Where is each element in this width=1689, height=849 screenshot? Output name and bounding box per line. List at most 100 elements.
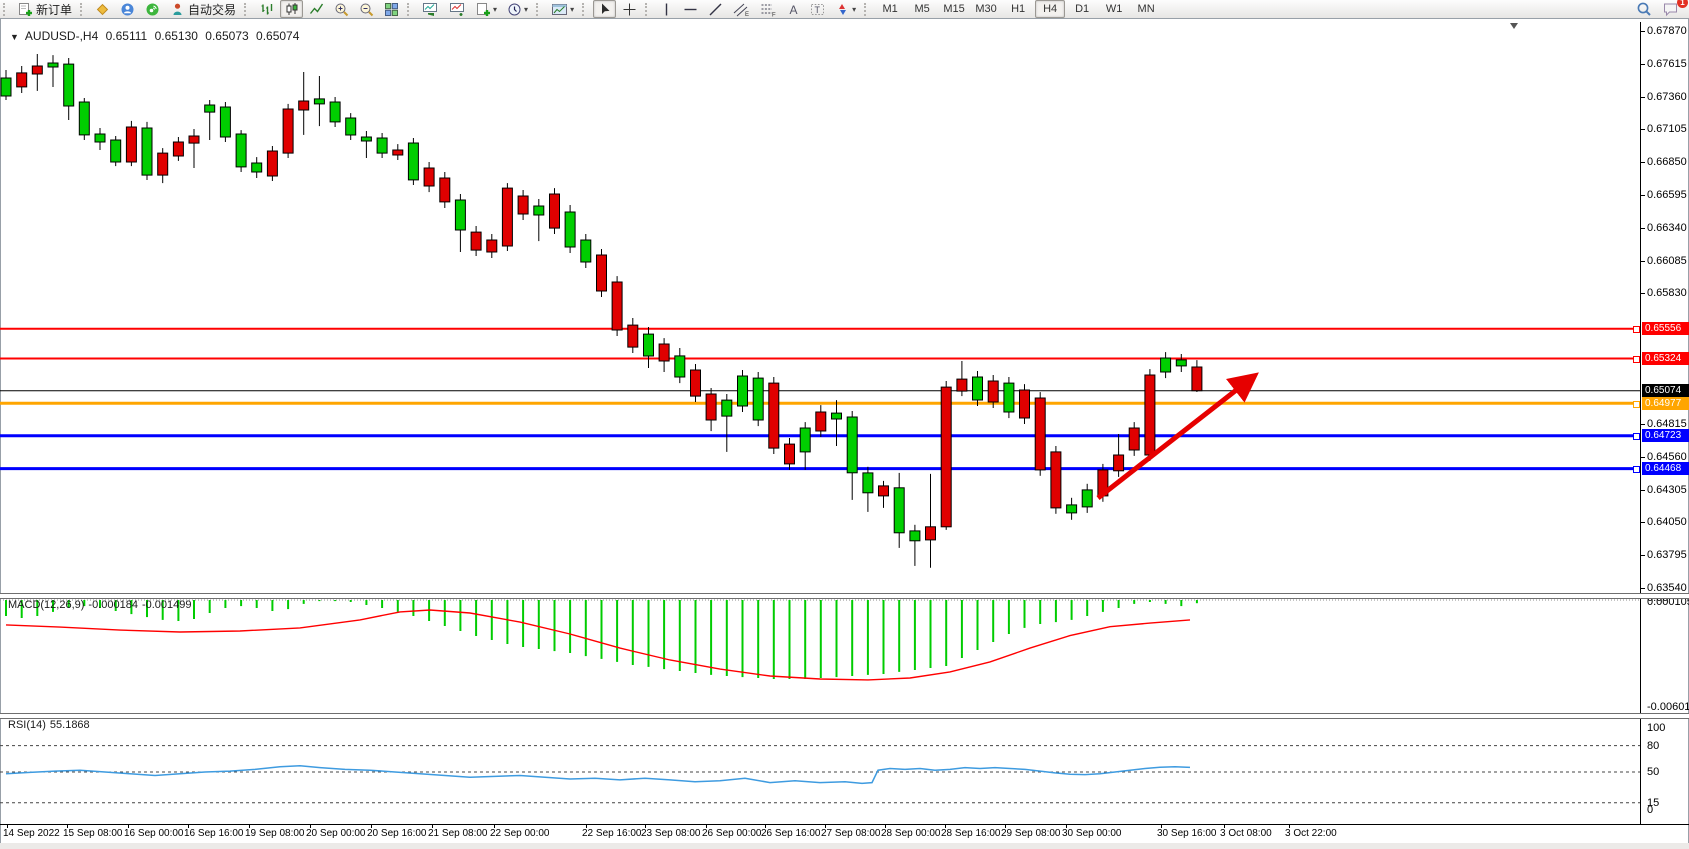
text-tool-button[interactable]: A bbox=[783, 0, 804, 18]
crosshair-tool-button[interactable] bbox=[618, 0, 641, 18]
add-object-button[interactable]: ▾ bbox=[472, 0, 501, 18]
rsi-axis-label: 0 bbox=[1647, 804, 1653, 816]
candle bbox=[142, 128, 152, 175]
candle bbox=[455, 200, 465, 230]
candle bbox=[236, 134, 246, 167]
price-axis[interactable] bbox=[1640, 22, 1641, 824]
price-tag-0.65074: 0.65074 bbox=[1642, 384, 1689, 397]
timeframe-button-D1[interactable]: D1 bbox=[1067, 0, 1097, 18]
time-tick-label: 23 Sep 08:00 bbox=[641, 828, 701, 839]
candle bbox=[173, 142, 183, 156]
channel-tool-button[interactable]: E bbox=[729, 0, 754, 18]
candle bbox=[722, 400, 732, 416]
candle bbox=[800, 428, 810, 452]
indicators-button[interactable] bbox=[418, 0, 443, 18]
zoom-out-button[interactable] bbox=[355, 0, 378, 18]
trendline-tool-icon bbox=[708, 2, 723, 17]
search-button[interactable] bbox=[1632, 0, 1656, 18]
cursor-tool-button[interactable] bbox=[593, 0, 616, 18]
candle bbox=[769, 383, 779, 448]
zoom-in-button[interactable] bbox=[330, 0, 353, 18]
price-tick bbox=[1640, 522, 1645, 523]
new-order-button[interactable]: 新订单 bbox=[14, 0, 76, 18]
macd-panel[interactable] bbox=[0, 597, 1640, 713]
timeframe-button-M5[interactable]: M5 bbox=[907, 0, 937, 18]
chart-shift-marker-icon[interactable] bbox=[1510, 23, 1518, 29]
timeframe-button-M15[interactable]: M15 bbox=[939, 0, 969, 18]
auto-trading-label: 自动交易 bbox=[188, 1, 236, 18]
trendline-tool-button[interactable] bbox=[704, 0, 727, 18]
timeframe-button-M1[interactable]: M1 bbox=[875, 0, 905, 18]
toolbar-grip bbox=[645, 3, 651, 16]
indicator-list-button[interactable] bbox=[445, 0, 470, 18]
rsi-axis-label: 100 bbox=[1647, 722, 1665, 734]
candle bbox=[534, 206, 544, 215]
candle bbox=[440, 178, 450, 202]
toolbar-grip bbox=[244, 3, 250, 16]
price-chart-panel[interactable] bbox=[0, 28, 1640, 594]
label-tool-button[interactable]: T bbox=[806, 0, 829, 18]
autotrade-icon bbox=[170, 2, 185, 17]
timeframe-button-M30[interactable]: M30 bbox=[971, 0, 1001, 18]
time-tick-label: 27 Sep 08:00 bbox=[821, 828, 881, 839]
candle bbox=[941, 387, 951, 527]
community-button[interactable] bbox=[116, 0, 139, 18]
periods-button[interactable]: ▾ bbox=[503, 0, 532, 18]
timeframe-button-W1[interactable]: W1 bbox=[1099, 0, 1129, 18]
candle bbox=[502, 188, 512, 246]
arrows-tool-icon bbox=[835, 2, 850, 17]
candle bbox=[894, 488, 904, 533]
toolbar-grip bbox=[407, 3, 413, 16]
new-order-icon bbox=[18, 2, 33, 17]
add-object-icon bbox=[476, 2, 491, 17]
svg-text:E: E bbox=[745, 12, 749, 17]
close-value: 0.65074 bbox=[256, 29, 299, 43]
price-tick bbox=[1640, 555, 1645, 556]
candle bbox=[581, 240, 591, 262]
panel-divider[interactable] bbox=[0, 593, 1689, 599]
candle bbox=[220, 107, 230, 137]
timeframe-button-MN[interactable]: MN bbox=[1131, 0, 1161, 18]
hline-tool-button[interactable] bbox=[679, 0, 702, 18]
price-tick bbox=[1640, 424, 1645, 425]
candlestick-chart-button[interactable] bbox=[280, 0, 303, 18]
indicators-icon bbox=[422, 2, 439, 17]
tile-windows-button[interactable] bbox=[380, 0, 403, 18]
vline-tool-button[interactable] bbox=[656, 0, 677, 18]
rsi-panel[interactable] bbox=[0, 717, 1640, 824]
macd-label: MACD(12,26,9)-0.000184-0.001499 bbox=[8, 599, 196, 611]
auto-trading-button[interactable]: 自动交易 bbox=[166, 0, 240, 18]
profiles-button[interactable]: ▾ bbox=[547, 0, 578, 18]
candle bbox=[565, 212, 575, 247]
collapse-icon[interactable]: ▼ bbox=[10, 32, 19, 42]
candle bbox=[1051, 452, 1061, 508]
time-axis[interactable] bbox=[0, 824, 1689, 825]
candle bbox=[1020, 390, 1030, 418]
svg-text:F: F bbox=[772, 12, 776, 17]
candle bbox=[816, 412, 826, 431]
price-tick-label: 0.65830 bbox=[1647, 287, 1687, 299]
notification-badge: 1 bbox=[1677, 0, 1688, 8]
fibonacci-tool-button[interactable]: F bbox=[756, 0, 781, 18]
chevron-down-icon: ▾ bbox=[570, 5, 574, 14]
timeframe-button-H1[interactable]: H1 bbox=[1003, 0, 1033, 18]
signals-button[interactable] bbox=[141, 0, 164, 18]
fibonacci-tool-icon: F bbox=[760, 2, 777, 17]
candle bbox=[314, 99, 324, 104]
panel-divider[interactable] bbox=[0, 713, 1689, 719]
time-tick-label: 28 Sep 00:00 bbox=[881, 828, 941, 839]
candle bbox=[408, 143, 418, 180]
candle bbox=[126, 127, 136, 162]
arrows-tool-button[interactable]: ▾ bbox=[831, 0, 860, 18]
tile-windows-icon bbox=[384, 2, 399, 17]
time-tick-label: 21 Sep 08:00 bbox=[428, 828, 488, 839]
time-tick-label: 28 Sep 16:00 bbox=[941, 828, 1001, 839]
gold-button[interactable] bbox=[91, 0, 114, 18]
line-chart-button[interactable] bbox=[305, 0, 328, 18]
chat-button[interactable]: 1 bbox=[1658, 0, 1684, 18]
trend-arrow[interactable] bbox=[1098, 377, 1253, 498]
bar-chart-button[interactable] bbox=[255, 0, 278, 18]
timeframe-button-H4[interactable]: H4 bbox=[1035, 0, 1065, 18]
toolbar-grip bbox=[536, 3, 542, 16]
candle bbox=[1192, 367, 1202, 391]
